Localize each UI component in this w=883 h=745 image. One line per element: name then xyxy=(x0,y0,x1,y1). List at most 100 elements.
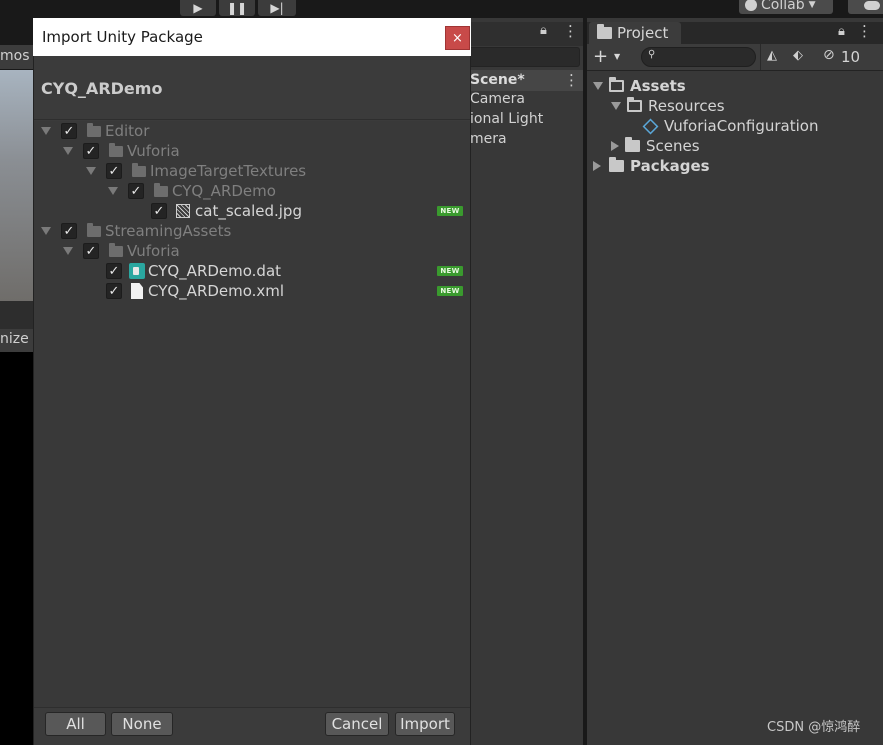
scene-menu-icon[interactable]: ⋮ xyxy=(564,71,579,89)
hierarchy-item[interactable]: Camera xyxy=(470,91,583,111)
chevron-down-icon[interactable] xyxy=(63,247,73,255)
tree-row-label: CYQ_ARDemo xyxy=(172,182,276,200)
chevron-down-icon[interactable] xyxy=(63,147,73,155)
select-all-button[interactable]: All xyxy=(45,712,106,736)
tree-row-label: cat_scaled.jpg xyxy=(195,202,302,220)
hierarchy-item[interactable]: ional Light xyxy=(470,111,583,131)
folder-icon xyxy=(625,137,640,152)
import-button[interactable]: Import xyxy=(395,712,455,736)
package-name: CYQ_ARDemo xyxy=(41,79,163,98)
project-tree-item-packages[interactable]: Packages xyxy=(593,156,710,176)
chevron-down-icon[interactable] xyxy=(86,167,96,175)
tree-row-label: Editor xyxy=(105,122,150,140)
chevron-down-icon[interactable] xyxy=(108,187,118,195)
gizmos-tab-fragment[interactable]: mos xyxy=(0,45,34,69)
include-checkbox[interactable]: ✓ xyxy=(83,243,99,259)
include-checkbox[interactable]: ✓ xyxy=(106,163,122,179)
folder-icon xyxy=(109,242,123,257)
include-checkbox[interactable]: ✓ xyxy=(83,143,99,159)
kebab-menu-icon[interactable]: ⋮ xyxy=(563,22,578,40)
close-button[interactable]: × xyxy=(445,26,470,50)
hierarchy-header: 🔒︎ ⋮ xyxy=(470,22,583,46)
chevron-right-icon[interactable] xyxy=(611,141,619,151)
tree-row-ardemo-xml[interactable]: ✓ CYQ_ARDemo.xml xyxy=(34,281,470,301)
tree-row-cat-scaled[interactable]: ✓ cat_scaled.jpg xyxy=(34,201,470,221)
cancel-button[interactable]: Cancel xyxy=(325,712,389,736)
cloud-button[interactable] xyxy=(848,0,883,14)
tree-row-vuforia[interactable]: ✓ Vuforia xyxy=(34,141,470,161)
play-icon: ▶ xyxy=(193,1,203,15)
project-tree-label: Scenes xyxy=(646,137,700,155)
tree-row-cyq-ardemo[interactable]: ✓ CYQ_ARDemo xyxy=(34,181,470,201)
project-tree-item-assets[interactable]: Assets xyxy=(593,76,686,96)
filter-by-type-icon[interactable]: ◭ xyxy=(767,48,777,63)
maximize-tab-fragment[interactable]: nize xyxy=(0,329,34,352)
chevron-down-icon[interactable] xyxy=(41,227,51,235)
folder-icon xyxy=(154,182,168,197)
pause-button[interactable]: ❚❚ xyxy=(219,0,255,16)
project-tree-label: VuforiaConfiguration xyxy=(664,117,819,135)
folder-icon xyxy=(597,24,612,39)
scene-name: Scene* xyxy=(470,72,525,88)
hidden-packages-icon[interactable]: ⊘ xyxy=(823,47,835,63)
watermark: CSDN @惊鸿醉 xyxy=(767,720,861,735)
tree-row-streaming-assets[interactable]: ✓ StreamingAssets xyxy=(34,221,470,241)
hierarchy-search-input[interactable] xyxy=(470,47,580,67)
folder-icon xyxy=(87,222,101,237)
chevron-down-icon[interactable] xyxy=(41,127,51,135)
game-viewport[interactable] xyxy=(0,352,34,745)
dialog-title: Import Unity Package xyxy=(42,28,203,46)
collab-label: Collab xyxy=(761,0,805,13)
include-checkbox[interactable]: ✓ xyxy=(151,203,167,219)
project-tree-label: Packages xyxy=(630,157,710,175)
play-button[interactable]: ▶ xyxy=(180,0,216,16)
add-icon[interactable]: + xyxy=(593,46,608,67)
folder-open-icon xyxy=(609,77,624,92)
hierarchy-item-label: mera xyxy=(470,131,507,147)
folder-icon xyxy=(132,162,146,177)
project-tree-item-vuforia-config[interactable]: VuforiaConfiguration xyxy=(642,116,819,136)
tree-row-label: Vuforia xyxy=(127,242,180,260)
tab-project[interactable]: Project xyxy=(589,22,681,44)
tree-row-image-target-textures[interactable]: ✓ ImageTargetTextures xyxy=(34,161,470,181)
search-icon: ⚲ xyxy=(648,49,656,60)
new-badge: NEW xyxy=(437,286,463,296)
project-tree-item-scenes[interactable]: Scenes xyxy=(611,136,700,156)
dat-file-icon xyxy=(129,263,145,279)
chevron-down-icon[interactable] xyxy=(593,82,603,90)
include-checkbox[interactable]: ✓ xyxy=(128,183,144,199)
tree-row-ardemo-dat[interactable]: ✓ CYQ_ARDemo.dat xyxy=(34,261,470,281)
project-tree-label: Resources xyxy=(648,97,725,115)
hierarchy-scene-row[interactable]: Scene* ⋮ xyxy=(470,70,583,91)
folder-icon xyxy=(109,142,123,157)
project-tree-item-resources[interactable]: Resources xyxy=(611,96,725,116)
tree-row-label: CYQ_ARDemo.dat xyxy=(148,262,282,280)
filter-by-label-icon[interactable]: ⬖ xyxy=(793,48,803,63)
lock-icon[interactable]: 🔒︎ xyxy=(838,24,845,39)
hidden-packages-count: 10 xyxy=(841,48,861,66)
chevron-down-icon[interactable]: ▼ xyxy=(614,52,620,61)
select-none-button[interactable]: None xyxy=(111,712,173,736)
hierarchy-item[interactable]: mera xyxy=(470,131,583,151)
collab-button[interactable]: Collab ▼ xyxy=(739,0,833,14)
project-tree-label: Assets xyxy=(630,77,686,95)
tree-row-label: CYQ_ARDemo.xml xyxy=(148,282,285,300)
cloud-icon xyxy=(864,0,880,10)
chevron-right-icon[interactable] xyxy=(593,161,601,171)
include-checkbox[interactable]: ✓ xyxy=(61,223,77,239)
tree-row-editor[interactable]: ✓ Editor xyxy=(34,121,470,141)
scene-viewport[interactable] xyxy=(0,70,34,301)
include-checkbox[interactable]: ✓ xyxy=(106,283,122,299)
project-search-input[interactable]: ⚲ xyxy=(641,47,756,67)
hierarchy-item-label: ional Light xyxy=(470,111,544,127)
toolbar-divider xyxy=(760,44,761,70)
tree-row-vuforia-2[interactable]: ✓ Vuforia xyxy=(34,241,470,261)
include-checkbox[interactable]: ✓ xyxy=(61,123,77,139)
include-checkbox[interactable]: ✓ xyxy=(106,263,122,279)
chevron-down-icon[interactable] xyxy=(611,102,621,110)
scriptable-object-icon xyxy=(642,118,659,134)
step-button[interactable]: ▶| xyxy=(258,0,296,16)
maximize-label: nize xyxy=(0,331,29,347)
kebab-menu-icon[interactable]: ⋮ xyxy=(857,22,872,40)
lock-icon[interactable]: 🔒︎ xyxy=(540,23,547,38)
